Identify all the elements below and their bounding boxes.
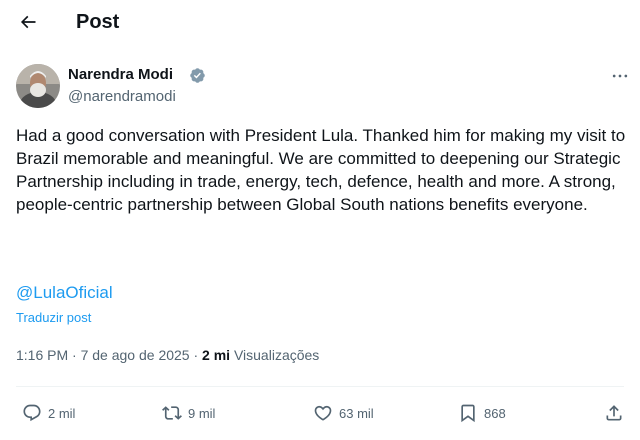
divider [16, 386, 624, 387]
back-arrow-icon [20, 15, 36, 29]
action-bar: 2 mil 9 mil 63 mil 868 [0, 398, 640, 428]
share-icon [606, 405, 622, 421]
post-time[interactable]: 1:16 PM [16, 347, 68, 363]
bookmark-icon [461, 404, 475, 423]
views-label: Visualizações [233, 347, 320, 363]
repost-count: 9 mil [188, 405, 216, 421]
repost-icon [162, 406, 182, 420]
share-button[interactable] [604, 400, 624, 426]
reply-icon [23, 404, 41, 422]
like-count: 63 mil [339, 405, 374, 421]
verified-badge-icon [190, 68, 205, 83]
post-date[interactable]: 7 de ago de 2025 [81, 347, 190, 363]
like-button[interactable]: 63 mil [313, 400, 374, 426]
views-count: 2 mi [202, 347, 231, 363]
translate-post-link[interactable]: Traduzir post [16, 310, 91, 326]
more-options-button[interactable] [608, 64, 632, 88]
mention-link[interactable]: @LulaOficial [16, 282, 113, 304]
reply-count: 2 mil [48, 405, 76, 421]
bookmark-count: 868 [484, 405, 506, 421]
page-title: Post [76, 11, 120, 33]
avatar-image [16, 64, 60, 108]
author-handle[interactable]: @narendramodi [68, 88, 176, 106]
reply-button[interactable]: 2 mil [22, 400, 75, 426]
author-avatar[interactable] [16, 64, 60, 108]
repost-button[interactable]: 9 mil [162, 400, 215, 426]
meta-separator: · [193, 347, 199, 363]
bookmark-button[interactable]: 868 [458, 400, 506, 426]
back-button[interactable] [16, 10, 40, 34]
more-dots-icon [612, 74, 628, 78]
heart-icon [314, 405, 332, 421]
top-bar: Post [0, 0, 640, 44]
author-name[interactable]: Narendra Modi [68, 66, 173, 84]
post-text: Had a good conversation with President L… [16, 126, 626, 214]
post-metadata: 1:16 PM · 7 de ago de 2025 · 2 mi Visual… [16, 346, 319, 364]
meta-separator: · [72, 347, 77, 363]
